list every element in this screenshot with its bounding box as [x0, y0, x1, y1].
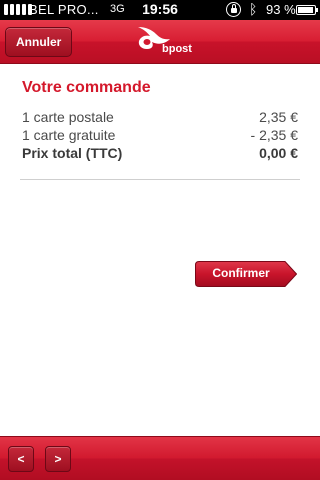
total-amount: 0,00 €	[259, 145, 298, 161]
confirm-button[interactable]: Confirmer	[195, 261, 297, 287]
order-total: Prix total (TTC) 0,00 €	[22, 145, 298, 163]
previous-button[interactable]: <	[8, 446, 34, 472]
order-line-label: 1 carte postale	[22, 109, 114, 125]
orientation-lock-icon	[226, 2, 241, 17]
order-line-amount: - 2,35 €	[250, 127, 298, 143]
next-button[interactable]: >	[45, 446, 71, 472]
order-line-amount: 2,35 €	[259, 109, 298, 125]
order-line: 1 carte gratuite - 2,35 €	[22, 127, 298, 145]
order-line: 1 carte postale 2,35 €	[22, 109, 298, 127]
logo-text: bpost	[162, 43, 192, 55]
navigation-bar: Annuler bpost	[0, 20, 320, 64]
status-bar: BEL PRO... 3G 19:56 ᛒ 93 %	[0, 0, 320, 20]
total-label: Prix total (TTC)	[22, 145, 123, 161]
order-lines: 1 carte postale 2,35 € 1 carte gratuite …	[22, 109, 298, 163]
page-title: Votre commande	[22, 79, 151, 96]
battery-icon	[296, 5, 318, 15]
confirm-button-label: Confirmer	[212, 266, 270, 280]
cancel-button[interactable]: Annuler	[5, 27, 73, 57]
battery-percent: 93 %	[266, 2, 296, 17]
bluetooth-icon: ᛒ	[249, 1, 258, 17]
bpost-logo: bpost	[132, 24, 202, 60]
bottom-toolbar: < >	[0, 436, 320, 480]
order-line-label: 1 carte gratuite	[22, 127, 116, 143]
divider	[20, 179, 300, 180]
